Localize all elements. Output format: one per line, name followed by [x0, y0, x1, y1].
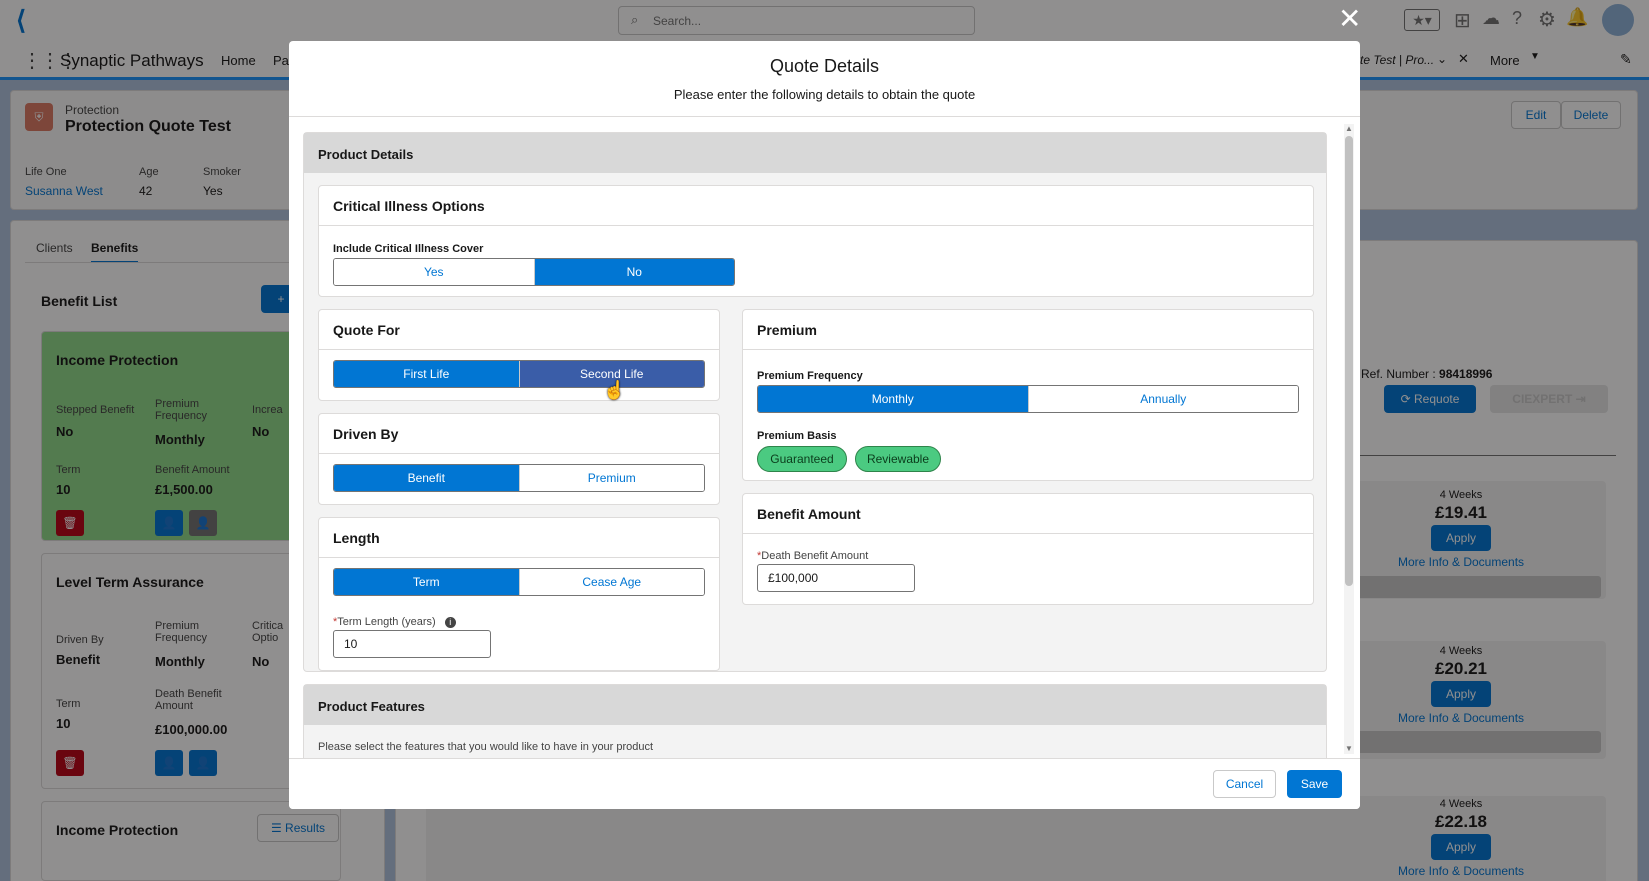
cursor-hand-icon: ☝	[603, 380, 626, 400]
scrollbar-thumb[interactable]	[1345, 136, 1353, 586]
guaranteed-pill[interactable]: Guaranteed	[757, 446, 847, 472]
modal-subtitle: Please enter the following details to ob…	[673, 87, 976, 102]
features-hint: Please select the features that you woul…	[318, 741, 654, 753]
scroll-down-icon[interactable]: ▼	[1345, 744, 1353, 753]
cease-age-option[interactable]: Cease Age	[518, 569, 704, 595]
premium-option[interactable]: Premium	[518, 465, 704, 491]
premium-basis-label: Premium Basis	[757, 430, 837, 442]
premium-frequency-toggle: Monthly Annually	[757, 385, 1299, 413]
benefit-amount-title: Benefit Amount	[743, 494, 1313, 534]
reviewable-pill[interactable]: Reviewable	[855, 446, 941, 472]
length-title: Length	[319, 518, 719, 558]
product-details-title: Product Details	[304, 133, 1326, 173]
term-option[interactable]: Term	[334, 569, 519, 595]
ci-yes-option[interactable]: Yes	[334, 259, 534, 285]
quote-details-modal: Quote Details Please enter the following…	[289, 41, 1360, 809]
term-length-label: *Term Length (years) i	[333, 616, 456, 628]
modal-title: Quote Details	[769, 56, 880, 76]
premium-title: Premium	[743, 310, 1313, 350]
benefit-amount-panel: Benefit Amount *Death Benefit Amount £10…	[742, 493, 1314, 605]
driven-by-title: Driven By	[319, 414, 719, 454]
death-benefit-label: *Death Benefit Amount	[757, 550, 869, 562]
include-ci-toggle: Yes No	[333, 258, 735, 286]
premium-panel: Premium Premium Frequency Monthly Annual…	[742, 309, 1314, 481]
scroll-up-icon[interactable]: ▲	[1345, 124, 1353, 133]
driven-by-panel: Driven By Benefit Premium	[318, 413, 720, 505]
ci-no-option[interactable]: No	[533, 259, 734, 285]
annually-option[interactable]: Annually	[1027, 386, 1298, 412]
modal-scrollbar[interactable]: ▲ ▼	[1344, 124, 1354, 754]
product-features-title: Product Features	[304, 685, 1326, 725]
cancel-button[interactable]: Cancel	[1213, 770, 1276, 798]
benefit-option[interactable]: Benefit	[334, 465, 519, 491]
length-panel: Length Term Cease Age *Term Length (year…	[318, 517, 720, 671]
modal-header: Quote Details Please enter the following…	[289, 41, 1360, 117]
quote-for-panel: Quote For First Life Second Life ☝	[318, 309, 720, 401]
product-details-section: Product Details Critical Illness Options…	[303, 132, 1327, 672]
premium-frequency-label: Premium Frequency	[757, 370, 863, 382]
term-length-label-text: Term Length (years)	[337, 616, 436, 628]
term-length-input[interactable]: 10	[333, 630, 491, 658]
close-icon[interactable]: ✕	[1338, 4, 1361, 34]
save-button[interactable]: Save	[1287, 770, 1342, 798]
info-icon[interactable]: i	[444, 617, 456, 628]
critical-illness-panel: Critical Illness Options Include Critica…	[318, 185, 1314, 297]
monthly-option[interactable]: Monthly	[758, 386, 1028, 412]
death-benefit-input[interactable]: £100,000	[757, 564, 915, 592]
product-features-section: Product Features Please select the featu…	[303, 684, 1327, 758]
critical-illness-title: Critical Illness Options	[319, 186, 1313, 226]
modal-body: Product Details Critical Illness Options…	[289, 118, 1360, 758]
length-toggle: Term Cease Age	[333, 568, 705, 596]
driven-by-toggle: Benefit Premium	[333, 464, 705, 492]
modal-footer: Cancel Save	[289, 758, 1360, 809]
quote-for-toggle: First Life Second Life	[333, 360, 705, 388]
first-life-option[interactable]: First Life	[334, 361, 519, 387]
death-benefit-label-text: Death Benefit Amount	[761, 550, 869, 562]
include-ci-label: Include Critical Illness Cover	[333, 243, 484, 255]
quote-for-title: Quote For	[319, 310, 719, 350]
